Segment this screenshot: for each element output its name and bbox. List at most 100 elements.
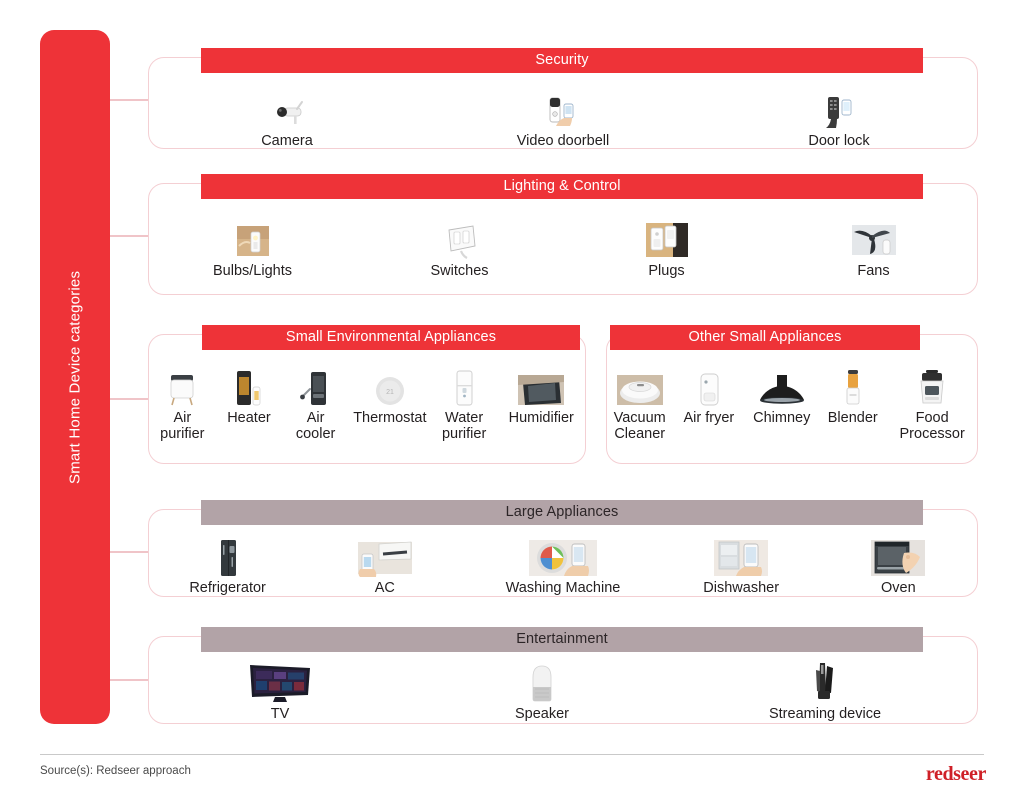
dishwasher-icon — [713, 537, 769, 577]
item-label: Switches — [430, 263, 489, 279]
panel-security[interactable]: Security Camera Video doorbell Door lock — [148, 48, 978, 149]
item-ac[interactable]: AC — [331, 537, 439, 596]
item-air-cooler[interactable]: Air cooler — [282, 367, 349, 442]
items-small-environmental-appliances: Air purifier Heater Air cooler 21 Thermo… — [149, 367, 585, 442]
item-label: Oven — [881, 580, 916, 596]
item-food-processor[interactable]: Food Processor — [887, 367, 977, 442]
item-label: Plugs — [648, 263, 685, 279]
item-label: Heater — [227, 410, 271, 426]
water-purifier-icon — [449, 367, 479, 407]
item-label: Speaker — [514, 706, 569, 722]
item-label: Door lock — [808, 133, 870, 149]
item-label: Video doorbell — [516, 133, 610, 149]
oven-icon — [870, 537, 926, 577]
item-switches[interactable]: Switches — [406, 220, 514, 279]
air-purifier-icon — [165, 367, 199, 407]
air-cooler-icon — [299, 367, 333, 407]
footer-divider — [40, 754, 984, 755]
panel-lighting-control[interactable]: Lighting & Control Bulbs/Lights Switches… — [148, 174, 978, 295]
humidifier-icon — [517, 367, 565, 407]
item-plugs[interactable]: Plugs — [613, 220, 721, 279]
items-security: Camera Video doorbell Door lock — [149, 90, 977, 149]
item-label: Humidifier — [508, 410, 574, 426]
connector-lighting-control — [110, 235, 150, 237]
item-label: Bulbs/Lights — [213, 263, 292, 279]
connector-entertainment — [110, 679, 150, 681]
item-bulbs-lights[interactable]: Bulbs/Lights — [199, 220, 307, 279]
connector-security — [110, 99, 150, 101]
item-refrigerator[interactable]: Refrigerator — [174, 537, 282, 596]
items-entertainment: TV Speaker Streaming device — [149, 663, 977, 722]
security-camera-icon — [267, 90, 307, 130]
item-label: Air cooler — [295, 410, 336, 442]
smart-home-device-categories-spine: Smart Home Device categories — [40, 30, 110, 724]
item-label: Thermostat — [353, 410, 427, 426]
door-lock-icon — [818, 90, 860, 130]
item-label: Air fryer — [683, 410, 735, 426]
smart-speaker-icon — [527, 663, 557, 703]
item-streaming-device[interactable]: Streaming device — [750, 663, 900, 722]
item-water-purifier[interactable]: Water purifier — [431, 367, 498, 442]
connector-small-appliances — [110, 398, 150, 400]
spine-label: Smart Home Device categories — [66, 270, 84, 484]
item-label: Dishwasher — [703, 580, 780, 596]
item-label: Refrigerator — [189, 580, 266, 596]
item-label: Vacuum Cleaner — [613, 410, 666, 442]
item-air-fryer[interactable]: Air fryer — [672, 367, 745, 426]
washing-machine-icon — [528, 537, 598, 577]
item-fans[interactable]: Fans — [820, 220, 928, 279]
item-label: Fans — [857, 263, 890, 279]
panel-other-small-appliances[interactable]: Other Small Appliances Vacuum Cleaner Ai… — [606, 325, 978, 464]
switch-icon — [439, 220, 481, 260]
streaming-device-icon — [807, 663, 843, 703]
air-fryer-icon — [694, 367, 724, 407]
item-door-lock[interactable]: Door lock — [785, 90, 893, 149]
item-camera[interactable]: Camera — [233, 90, 341, 149]
plug-icon — [643, 220, 691, 260]
item-oven[interactable]: Oven — [844, 537, 952, 596]
item-label: Food Processor — [899, 410, 965, 442]
food-processor-icon — [915, 367, 949, 407]
item-heater[interactable]: Heater — [216, 367, 283, 426]
tv-icon — [247, 663, 313, 703]
panel-header-other-small-appliances: Other Small Appliances — [610, 325, 920, 350]
item-washing-machine[interactable]: Washing Machine — [488, 537, 638, 596]
item-label: Camera — [261, 133, 313, 149]
heater-icon — [232, 367, 266, 407]
item-chimney[interactable]: Chimney — [745, 367, 818, 426]
panel-large-appliances[interactable]: Large Appliances Refrigerator AC Washing… — [148, 500, 978, 597]
item-label: Air purifier — [160, 410, 205, 442]
item-thermostat[interactable]: 21 Thermostat — [349, 367, 431, 426]
item-video-doorbell[interactable]: Video doorbell — [509, 90, 617, 149]
item-humidifier[interactable]: Humidifier — [497, 367, 585, 426]
item-label: TV — [270, 706, 290, 722]
panel-small-environmental-appliances[interactable]: Small Environmental Appliances Air purif… — [148, 325, 586, 464]
item-label: Blender — [827, 410, 878, 426]
panel-header-lighting-control: Lighting & Control — [201, 174, 923, 199]
air-conditioner-icon — [357, 537, 413, 577]
svg-text:21: 21 — [386, 389, 394, 396]
blender-icon — [840, 367, 866, 407]
panel-entertainment[interactable]: Entertainment TV Speaker Streaming devic… — [148, 627, 978, 724]
item-dishwasher[interactable]: Dishwasher — [687, 537, 795, 596]
item-label: Washing Machine — [505, 580, 621, 596]
chimney-icon — [758, 367, 806, 407]
item-tv[interactable]: TV — [226, 663, 334, 722]
panel-header-security: Security — [201, 48, 923, 73]
video-doorbell-icon — [542, 90, 584, 130]
item-label: Streaming device — [768, 706, 882, 722]
item-label: Chimney — [753, 410, 811, 426]
item-label: AC — [374, 580, 395, 596]
fan-icon — [850, 220, 898, 260]
item-blender[interactable]: Blender — [818, 367, 887, 426]
item-speaker[interactable]: Speaker — [488, 663, 596, 722]
item-air-purifier[interactable]: Air purifier — [149, 367, 216, 442]
refrigerator-icon — [214, 537, 242, 577]
items-lighting-control: Bulbs/Lights Switches Plugs Fans — [149, 220, 977, 279]
redseer-logo: redseer — [925, 763, 987, 785]
bulb-icon — [233, 220, 273, 260]
item-vacuum-cleaner[interactable]: Vacuum Cleaner — [607, 367, 672, 442]
panel-header-small-environmental-appliances: Small Environmental Appliances — [202, 325, 580, 350]
vacuum-cleaner-icon — [616, 367, 664, 407]
panel-header-large-appliances: Large Appliances — [201, 500, 923, 525]
